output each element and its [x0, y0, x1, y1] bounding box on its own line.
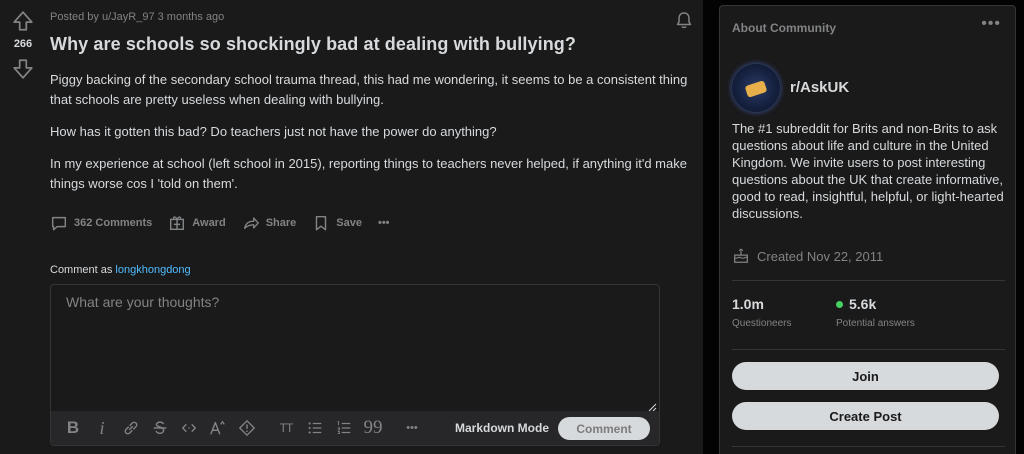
- bulleted-list-icon: [308, 422, 322, 434]
- bell-icon[interactable]: [674, 10, 694, 30]
- about-community-header: About Community: [732, 21, 836, 35]
- strikethrough-button[interactable]: [148, 416, 172, 440]
- post-paragraph: Piggy backing of the secondary school tr…: [50, 72, 688, 107]
- divider: [732, 446, 1005, 447]
- members-stat: 1.0m Questioneers: [732, 296, 791, 329]
- award-icon: [170, 216, 185, 231]
- quote-icon: 99: [363, 417, 383, 438]
- teabag-icon: [744, 80, 768, 98]
- comment-icon: [51, 216, 67, 231]
- created-date-label: Created Nov 22, 2011: [757, 248, 884, 264]
- numbered-list-button[interactable]: [332, 416, 356, 440]
- comment-editor: B i: [50, 284, 660, 446]
- post-body: Piggy backing of the secondary school tr…: [50, 70, 690, 206]
- numbered-list-icon: [337, 420, 351, 434]
- bold-button[interactable]: B: [61, 416, 85, 440]
- bulleted-list-button[interactable]: [303, 416, 327, 440]
- share-button[interactable]: Share: [242, 214, 297, 232]
- post-meta: Posted by u/JayR_97 3 months ago: [50, 11, 225, 23]
- community-options-icon[interactable]: •••: [981, 15, 1001, 33]
- created-date: Created Nov 22, 2011: [732, 247, 883, 265]
- post-actions: 362 Comments Award Share Save •••: [50, 212, 406, 234]
- create-post-button[interactable]: Create Post: [732, 402, 999, 430]
- bookmark-icon: [316, 215, 327, 231]
- markdown-mode-toggle[interactable]: Markdown Mode: [455, 421, 549, 435]
- online-stat: 5.6k Potential answers: [836, 296, 915, 329]
- username-link[interactable]: longkhongdong: [115, 264, 190, 276]
- comment-input[interactable]: [51, 285, 659, 413]
- community-avatar[interactable]: [732, 64, 780, 112]
- divider: [732, 349, 1005, 350]
- bold-icon: B: [66, 418, 80, 437]
- vote-column: 266: [0, 0, 46, 454]
- superscript-button[interactable]: [206, 416, 230, 440]
- comments-button[interactable]: 362 Comments: [50, 214, 152, 232]
- community-description: The #1 subreddit for Brits and non-Brits…: [732, 121, 1004, 221]
- code-icon: [182, 423, 196, 433]
- inline-code-button[interactable]: [177, 416, 201, 440]
- award-button[interactable]: Award: [168, 214, 226, 232]
- post-paragraph: How has it gotten this bad? Do teachers …: [50, 124, 497, 139]
- save-button[interactable]: Save: [312, 214, 362, 232]
- link-icon: [124, 421, 138, 435]
- italic-button[interactable]: i: [90, 416, 114, 440]
- more-icon: •••: [406, 422, 418, 434]
- editor-toolbar: B i TT 99 ••• Markdown Mode Comment: [51, 411, 659, 445]
- share-icon: [243, 217, 259, 230]
- spoiler-button[interactable]: [235, 416, 259, 440]
- more-options-button[interactable]: •••: [378, 217, 390, 229]
- comment-as-label: Comment as longkhongdong: [50, 264, 191, 276]
- post-card: 266 Posted by u/JayR_97 3 months ago Why…: [0, 0, 703, 454]
- upvote-arrow-icon[interactable]: [12, 10, 34, 32]
- award-label: Award: [192, 217, 226, 229]
- submit-comment-button[interactable]: Comment: [558, 417, 650, 440]
- italic-icon: i: [99, 417, 105, 438]
- comment-as-prefix: Comment as: [50, 264, 113, 276]
- online-label: Potential answers: [836, 318, 915, 329]
- more-formatting-button[interactable]: •••: [400, 416, 424, 440]
- more-icon: •••: [377, 217, 390, 229]
- cake-icon: [734, 248, 748, 263]
- save-label: Save: [336, 217, 362, 229]
- vote-score: 266: [13, 38, 33, 50]
- online-dot-icon: [836, 300, 843, 308]
- comments-count: 362 Comments: [74, 217, 153, 229]
- post-title[interactable]: Why are schools so shockingly bad at dea…: [50, 34, 576, 55]
- downvote-arrow-icon[interactable]: [12, 58, 34, 80]
- divider: [732, 280, 1005, 281]
- community-name[interactable]: r/AskUK: [790, 79, 849, 96]
- superscript-icon: [210, 420, 225, 435]
- join-button[interactable]: Join: [732, 362, 999, 390]
- post-paragraph: In my experience at school (left school …: [50, 156, 687, 191]
- share-label: Share: [265, 217, 297, 229]
- link-button[interactable]: [119, 416, 143, 440]
- heading-button[interactable]: TT: [274, 416, 298, 440]
- strikethrough-icon: [153, 421, 167, 435]
- spoiler-alert-icon: [239, 420, 255, 436]
- online-count: 5.6k: [849, 296, 877, 312]
- about-community-card: About Community ••• r/AskUK The #1 subre…: [719, 5, 1016, 454]
- members-count: 1.0m: [732, 296, 764, 312]
- members-label: Questioneers: [732, 318, 792, 329]
- heading-icon: TT: [279, 421, 294, 435]
- quote-button[interactable]: 99: [361, 416, 385, 440]
